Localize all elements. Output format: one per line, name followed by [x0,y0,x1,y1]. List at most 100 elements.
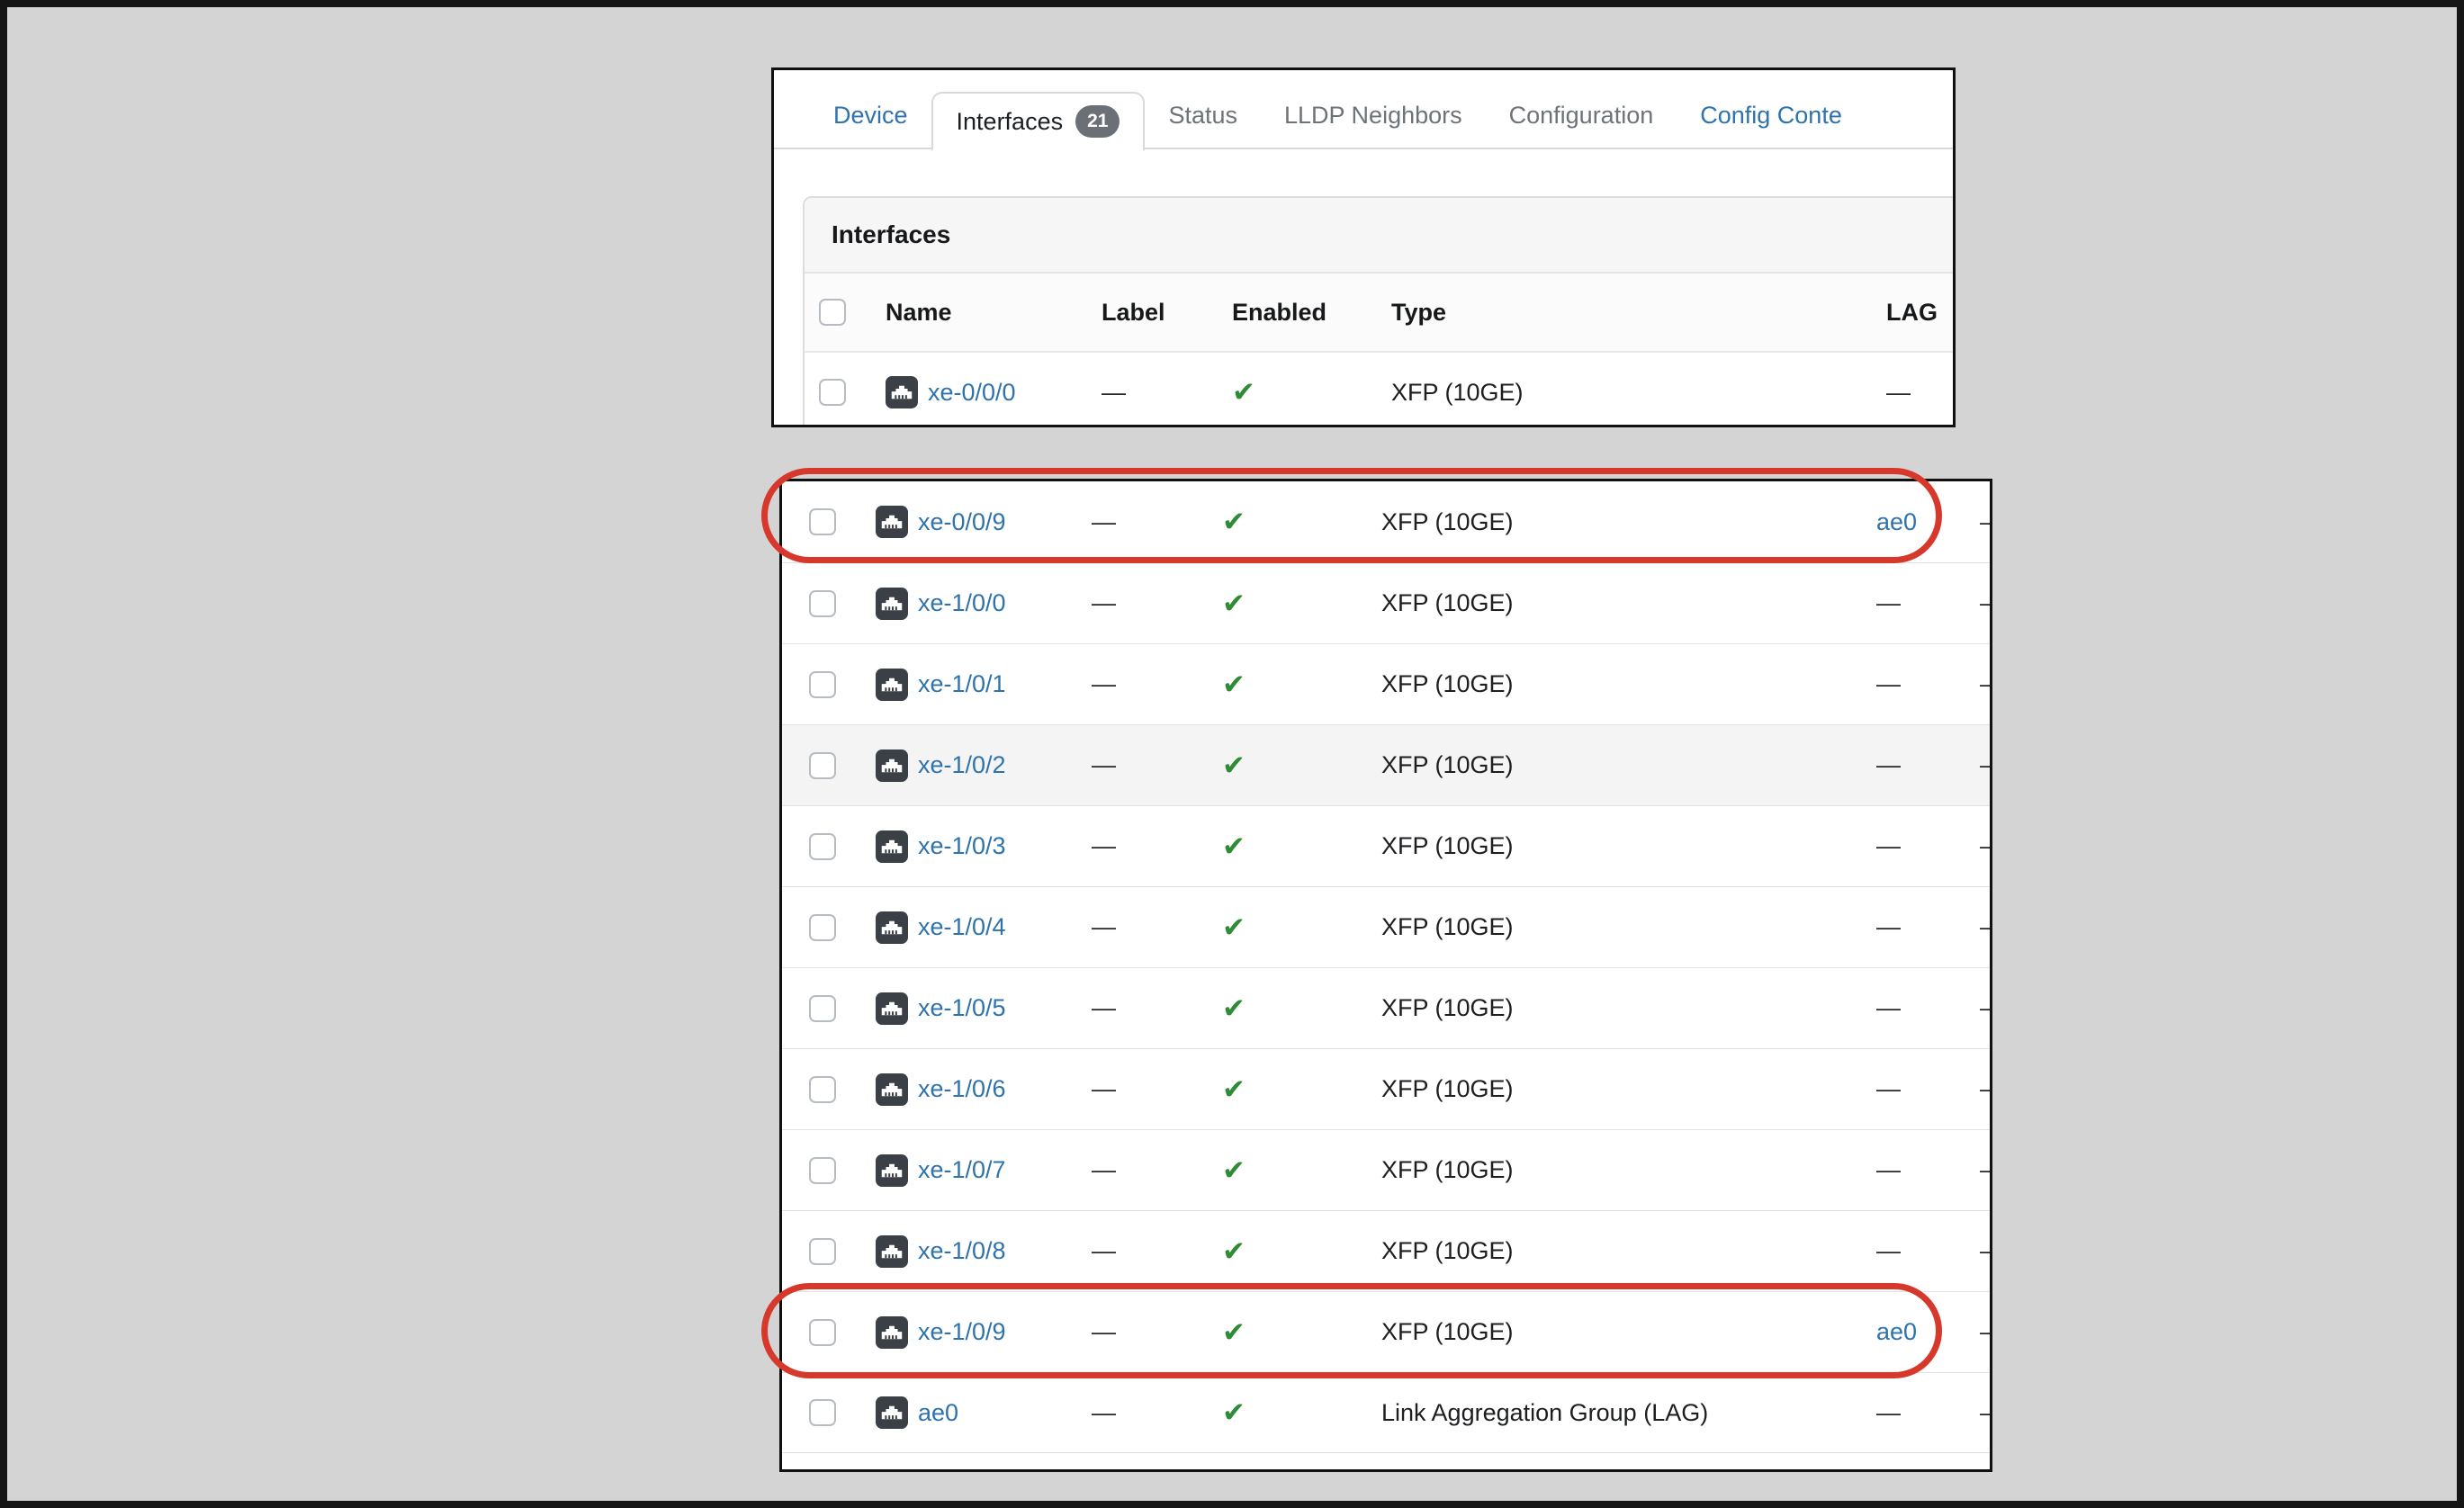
label-cell: — [1102,379,1232,407]
row-checkbox[interactable] [809,833,836,860]
header-enabled-cell: Enabled [1232,299,1391,327]
label-value: — [1092,751,1116,779]
lag-cell: — [1876,832,1980,860]
name-cell: xe-1/0/5 [876,992,1092,1025]
interface-link[interactable]: xe-1/0/8 [918,1237,1006,1265]
row-checkbox[interactable] [809,1399,836,1426]
row-checkbox[interactable] [819,379,846,406]
row-checkbox[interactable] [809,1157,836,1184]
interface-link[interactable]: xe-1/0/9 [918,1318,1006,1346]
interface-link[interactable]: xe-1/0/6 [918,1075,1006,1103]
enabled-cell: ✔ [1222,1396,1381,1429]
type-value: XFP (10GE) [1381,1075,1514,1103]
clipped-value: — [1980,589,1990,617]
clipped-cell: — [1980,913,1990,941]
select-cell [809,1076,876,1103]
row-checkbox[interactable] [809,1319,836,1346]
label-cell: — [1092,832,1222,860]
select-cell [809,671,876,698]
lag-cell: — [1876,1075,1980,1103]
label-cell: — [1092,994,1222,1022]
enabled-cell: ✔ [1232,376,1391,408]
type-cell: XFP (10GE) [1381,994,1876,1022]
interface-link[interactable]: xe-1/0/0 [918,589,1006,617]
tab-interfaces[interactable]: Interfaces 21 [931,92,1146,151]
clipped-cell: — [1980,670,1990,698]
label-value: — [1092,1318,1116,1346]
header-type-cell: Type [1391,299,1886,327]
enabled-check-icon: ✔ [1232,376,1255,408]
column-header-type[interactable]: Type [1391,299,1446,327]
select-all-cell [819,299,886,326]
clipped-value: — [1980,508,1990,536]
row-checkbox[interactable] [809,752,836,779]
tab-config-contexts[interactable]: Config Conte [1677,102,1866,130]
tab-lldp-neighbors[interactable]: LLDP Neighbors [1261,102,1486,130]
label-cell: — [1092,1399,1222,1427]
interface-link[interactable]: xe-1/0/1 [918,670,1006,698]
lag-value: — [1876,751,1901,779]
enabled-check-icon: ✔ [1222,911,1245,944]
label-value: — [1092,670,1116,698]
enabled-cell: ✔ [1222,911,1381,944]
type-value: XFP (10GE) [1381,913,1514,941]
interface-link[interactable]: ae0 [918,1399,958,1427]
clipped-value: — [1980,670,1990,698]
header-lag-cell: LAG [1886,299,1956,327]
label-value: — [1092,913,1116,941]
column-header-name[interactable]: Name [886,299,952,327]
row-checkbox[interactable] [809,508,836,535]
select-cell [819,379,886,406]
table-row: xe-1/0/3 — ✔ XFP (10GE) — — [782,805,1990,886]
lag-cell: — [1876,751,1980,779]
select-cell [809,1238,876,1265]
tab-device[interactable]: Device [810,102,931,130]
ethernet-port-icon [876,1396,908,1429]
clipped-cell: — [1980,589,1990,617]
table-row: ae0 — ✔ Link Aggregation Group (LAG) — — [782,1372,1990,1453]
enabled-check-icon: ✔ [1222,1235,1245,1268]
interface-link[interactable]: xe-1/0/4 [918,913,1006,941]
row-checkbox[interactable] [809,671,836,698]
select-all-checkbox[interactable] [819,299,846,326]
interface-link[interactable]: xe-1/0/3 [918,832,1006,860]
tab-config-contexts-label: Config Conte [1700,102,1842,129]
column-header-lag[interactable]: LAG [1886,299,1938,327]
column-header-enabled[interactable]: Enabled [1232,299,1326,327]
tab-status[interactable]: Status [1145,102,1261,130]
type-cell: XFP (10GE) [1381,1318,1876,1346]
clipped-value: — [1980,751,1990,779]
row-checkbox[interactable] [809,1076,836,1103]
enabled-cell: ✔ [1222,830,1381,863]
interface-link[interactable]: xe-1/0/2 [918,751,1006,779]
clipped-value: — [1980,1075,1990,1103]
ethernet-port-icon [876,669,908,701]
type-value: Link Aggregation Group (LAG) [1381,1399,1708,1427]
type-cell: XFP (10GE) [1381,1237,1876,1265]
lag-link[interactable]: ae0 [1876,1318,1917,1346]
label-value: — [1092,508,1116,536]
interface-link[interactable]: xe-1/0/7 [918,1156,1006,1184]
row-checkbox[interactable] [809,995,836,1022]
row-checkbox[interactable] [809,590,836,617]
row-checkbox[interactable] [809,914,836,941]
select-cell [809,1157,876,1184]
select-cell [809,590,876,617]
enabled-check-icon: ✔ [1222,669,1245,701]
type-cell: XFP (10GE) [1381,751,1876,779]
row-checkbox[interactable] [809,1238,836,1265]
lag-cell: ae0 [1876,508,1980,536]
interface-link[interactable]: xe-0/0/0 [928,379,1016,407]
interface-link[interactable]: xe-0/0/9 [918,508,1006,536]
column-header-label[interactable]: Label [1102,299,1165,327]
clipped-cell: — [1980,508,1990,536]
lag-value: — [1876,1237,1901,1265]
lag-link[interactable]: ae0 [1876,508,1917,536]
interface-link[interactable]: xe-1/0/5 [918,994,1006,1022]
table-row: xe-1/0/2 — ✔ XFP (10GE) — — [782,724,1990,805]
lag-value: — [1876,1399,1901,1427]
name-cell: xe-1/0/7 [876,1154,1092,1187]
label-value: — [1092,1237,1116,1265]
tab-configuration[interactable]: Configuration [1486,102,1677,130]
type-value: XFP (10GE) [1381,1156,1514,1184]
